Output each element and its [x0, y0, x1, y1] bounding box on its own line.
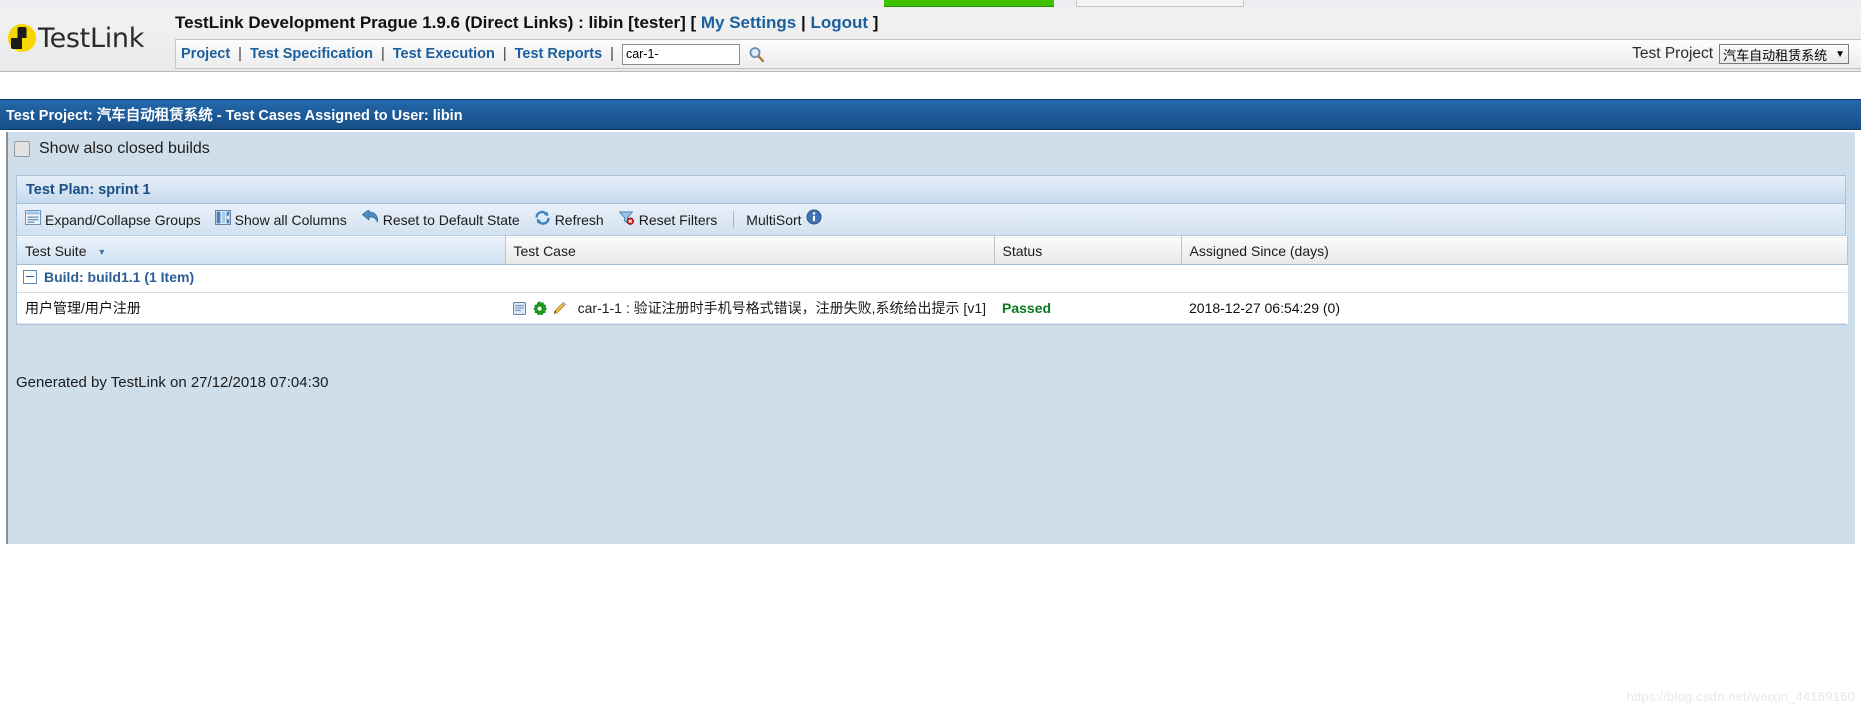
sort-descending-icon: ▼ — [97, 246, 107, 257]
test-case-separator: : — [621, 300, 634, 316]
app-header: TestLink TestLink Development Prague 1.9… — [0, 9, 1861, 72]
column-header-test-case[interactable]: Test Case — [505, 236, 995, 265]
header-title-suffix: ] — [868, 13, 879, 32]
grid-toolbar: Expand/Collapse Groups Show all Columns — [17, 204, 1845, 236]
test-case-link[interactable]: car-1-1 : 验证注册时手机号格式错误，注册失败,系统给出提示 [v1] — [578, 298, 986, 318]
table-header-row: Test Suite ▼ Test Case Status Assigned S… — [17, 236, 1848, 265]
build-group-toggle[interactable]: Build: build1.1 (1 Item) — [23, 269, 194, 285]
build-group-cell: Build: build1.1 (1 Item) — [17, 264, 1847, 293]
reset-default-state-button[interactable]: Reset to Default State — [361, 208, 520, 230]
column-header-test-case-label: Test Case — [513, 242, 576, 259]
table-row: 用户管理/用户注册 car-1-1: 验证注册时手机号格式错误，注册失败,系统… — [17, 292, 1847, 324]
show-closed-builds-checkbox[interactable] — [14, 141, 30, 157]
build-group-label: Build: build1.1 (1 Item) — [44, 268, 195, 285]
menu-item-test-reports[interactable]: Test Reports — [510, 46, 608, 62]
test-case-action-icons — [512, 300, 572, 316]
cell-test-case: car-1-1 : 验证注册时手机号格式错误，注册失败,系统给出提示 [v1] — [505, 292, 994, 324]
header-title-sep: | — [796, 13, 811, 32]
content-panel: Show also closed builds Test Plan: sprin… — [6, 132, 1855, 544]
build-group-row[interactable]: Build: build1.1 (1 Item) — [17, 264, 1847, 293]
info-icon[interactable] — [806, 209, 822, 230]
main-menubar: Project | Test Specification | Test Exec… — [175, 39, 1861, 69]
menu-item-project[interactable]: Project — [176, 46, 235, 62]
page-title-bar: Test Project: 汽车自动租赁系统 - Test Cases Assi… — [0, 99, 1861, 130]
undo-arrow-icon — [361, 208, 379, 230]
browser-green-tab — [884, 0, 1054, 7]
show-closed-builds-label: Show also closed builds — [39, 140, 210, 157]
test-plan-header: Test Plan: sprint 1 — [17, 176, 1845, 204]
notepad-icon[interactable] — [512, 301, 527, 316]
assigned-test-cases-table: Test Suite ▼ Test Case Status Assigned S… — [17, 236, 1848, 324]
collapse-group-icon — [23, 269, 37, 284]
expand-collapse-groups-label: Expand/Collapse Groups — [45, 211, 201, 228]
menu-separator: | — [610, 46, 614, 62]
refresh-button[interactable]: Refresh — [534, 210, 604, 230]
test-project-selector-group: Test Project 汽车自动租赁系统 ▼ — [1632, 44, 1861, 64]
column-header-test-suite-label: Test Suite — [25, 242, 87, 259]
browser-top-strip — [0, 0, 1861, 9]
menu-item-test-execution[interactable]: Test Execution — [388, 46, 500, 62]
column-header-status-label: Status — [1002, 242, 1043, 259]
testlink-logo-icon — [8, 24, 36, 52]
testlink-logo-text: TestLink — [38, 22, 145, 54]
expand-collapse-icon — [25, 209, 41, 230]
gear-icon[interactable] — [532, 300, 547, 316]
cell-status: Passed — [994, 292, 1181, 324]
columns-icon — [214, 209, 231, 230]
testlink-logo: TestLink — [8, 15, 188, 61]
test-project-label: Test Project — [1632, 45, 1714, 62]
expand-collapse-groups-button[interactable]: Expand/Collapse Groups — [25, 209, 201, 230]
status-badge: Passed — [1002, 300, 1052, 316]
test-case-title: 验证注册时手机号格式错误，注册失败,系统给出提示 [v1] — [633, 300, 986, 316]
refresh-label: Refresh — [554, 211, 604, 228]
cell-assigned-since: 2018-12-27 06:54:29 (0) — [1181, 292, 1847, 324]
column-header-assigned-since[interactable]: Assigned Since (days) — [1181, 236, 1848, 265]
show-all-columns-label: Show all Columns — [234, 211, 347, 228]
test-plan-panel: Test Plan: sprint 1 Expand/Collapse Grou… — [16, 175, 1848, 325]
browser-grey-tab — [1076, 0, 1244, 7]
test-plan-title: Test Plan: sprint 1 — [26, 181, 151, 198]
menu-item-test-specification[interactable]: Test Specification — [245, 46, 378, 62]
column-header-test-suite[interactable]: Test Suite ▼ — [17, 236, 506, 265]
refresh-icon — [534, 210, 551, 230]
testlink-page: TestLink TestLink Development Prague 1.9… — [0, 0, 1861, 715]
header-title-prefix: TestLink Development Prague 1.9.6 (Direc… — [175, 13, 701, 32]
column-header-assigned-since-label: Assigned Since (days) — [1189, 242, 1329, 259]
pencil-icon[interactable] — [552, 301, 567, 316]
test-case-id: car-1-1 — [577, 300, 622, 316]
page-title: Test Project: 汽车自动租赁系统 - Test Cases Assi… — [6, 108, 463, 124]
search-icon[interactable] — [748, 45, 766, 63]
filter-reset-icon — [618, 210, 635, 230]
multisort-label[interactable]: MultiSort — [746, 212, 801, 228]
generated-by-text: Generated by TestLink on 27/12/2018 07:0… — [16, 374, 329, 391]
header-title: TestLink Development Prague 1.9.6 (Direc… — [175, 13, 878, 33]
logout-link[interactable]: Logout — [810, 13, 868, 32]
menu-separator: | — [380, 46, 385, 62]
menu-separator: | — [502, 46, 507, 62]
menu-separator: | — [238, 46, 242, 62]
search-input[interactable] — [621, 43, 740, 65]
cell-test-suite: 用户管理/用户注册 — [17, 292, 505, 324]
show-all-columns-button[interactable]: Show all Columns — [214, 209, 347, 230]
toolbar-divider — [733, 211, 735, 228]
test-project-select[interactable]: 汽车自动租赁系统 ▼ — [1719, 44, 1849, 64]
reset-filters-button[interactable]: Reset Filters — [618, 210, 718, 230]
reset-default-state-label: Reset to Default State — [382, 211, 520, 228]
chevron-down-icon: ▼ — [1835, 48, 1845, 60]
show-closed-builds-row: Show also closed builds — [14, 140, 210, 158]
column-header-status[interactable]: Status — [994, 236, 1182, 265]
reset-filters-label: Reset Filters — [638, 211, 718, 228]
test-project-selected-value: 汽车自动租赁系统 — [1723, 47, 1828, 63]
watermark: https://blog.csdn.net/weixin_44169160 — [1626, 689, 1855, 704]
my-settings-link[interactable]: My Settings — [701, 13, 796, 32]
